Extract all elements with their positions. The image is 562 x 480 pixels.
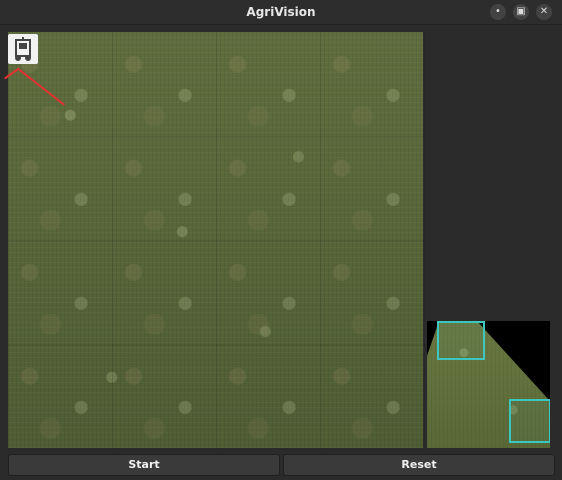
title-bar: AgriVision • ▣ ✕	[0, 0, 562, 25]
detection-box	[437, 321, 485, 360]
detection-box	[509, 399, 550, 443]
camera-view	[427, 321, 550, 448]
start-button[interactable]: Start	[8, 454, 280, 476]
minimize-button[interactable]: •	[490, 4, 506, 20]
window-title: AgriVision	[246, 5, 316, 19]
field-map[interactable]	[8, 32, 425, 450]
maximize-button[interactable]: ▣	[513, 4, 529, 20]
reset-button[interactable]: Reset	[283, 454, 555, 476]
close-button[interactable]: ✕	[536, 4, 552, 20]
robot-icon	[8, 34, 38, 64]
